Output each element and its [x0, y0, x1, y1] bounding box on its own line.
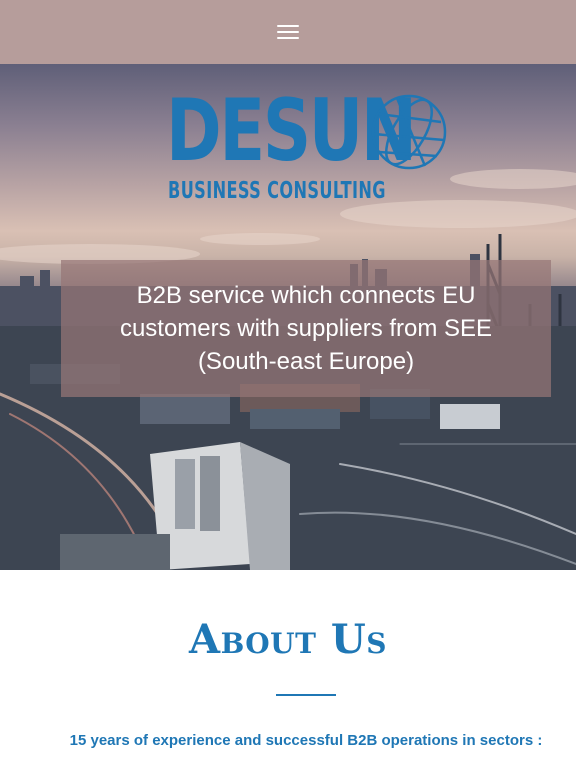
- hero-tagline: B2B service which connects EU customers …: [119, 282, 493, 375]
- menu-line: [277, 37, 299, 39]
- logo-tagline: BUSINESS CONSULTING: [168, 178, 386, 204]
- menu-line: [277, 25, 299, 27]
- section-divider: [276, 694, 336, 696]
- hero-tagline-panel: B2B service which connects EU customers …: [61, 260, 551, 397]
- hero-banner: DESUN BUSINESS CONSULTING B2B service wh…: [0, 64, 576, 570]
- globe-icon: [371, 94, 447, 170]
- about-lead-text: 15 years of experience and successful B2…: [69, 732, 543, 749]
- top-navigation-bar: [0, 0, 576, 64]
- menu-line: [277, 31, 299, 33]
- about-heading: About Us: [189, 616, 387, 663]
- about-section: About Us 15 years of experience and succ…: [0, 570, 576, 766]
- hamburger-menu-icon[interactable]: [277, 23, 299, 41]
- desun-logo[interactable]: DESUN BUSINESS CONSULTING: [166, 88, 456, 214]
